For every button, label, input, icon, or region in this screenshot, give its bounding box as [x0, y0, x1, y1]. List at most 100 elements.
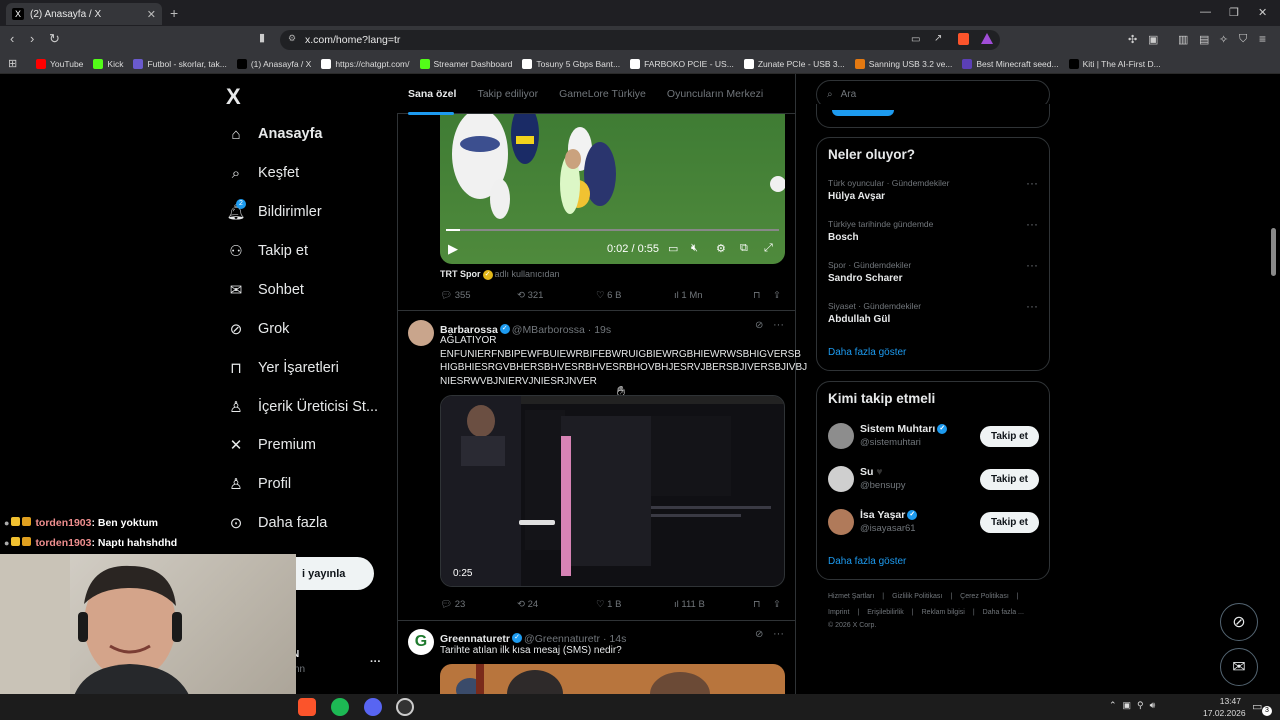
obs-taskbar-icon[interactable]: [396, 698, 414, 716]
clock-date[interactable]: 17.02.2026: [1203, 708, 1246, 718]
settings-icon[interactable]: ⚙: [716, 242, 726, 255]
trends-show-more[interactable]: Daha fazla göster: [828, 347, 906, 358]
discord-taskbar-icon[interactable]: [364, 698, 382, 716]
bookmark-button[interactable]: ⊓: [753, 290, 760, 301]
views-button[interactable]: ıl 1 Mn: [674, 290, 703, 301]
more-icon[interactable]: ···: [773, 628, 784, 640]
video-attribution[interactable]: TRT Spor ✓ adlı kullanıcıdan: [440, 269, 560, 280]
tweet-image[interactable]: [440, 664, 785, 694]
like-button[interactable]: ♡ 1 B: [596, 599, 621, 610]
nav-item[interactable]: ⊓ Yer İşaretleri: [226, 353, 339, 383]
bookmark-item[interactable]: Best Minecraft seed...: [962, 58, 1059, 69]
sidebar-toggle-icon[interactable]: ▥: [1178, 33, 1188, 46]
vpn-icon[interactable]: ⛉: [1239, 33, 1247, 46]
messages-float-button[interactable]: ✉: [1220, 648, 1258, 686]
bookmark-item[interactable]: Sanning USB 3.2 ve...: [854, 58, 952, 69]
bookmark-item[interactable]: https://chatgpt.com/: [321, 58, 410, 69]
bookmark-item[interactable]: Kiti | The AI-First D...: [1068, 58, 1161, 69]
pip-icon[interactable]: ⧉: [740, 242, 748, 255]
minimize-icon[interactable]: —: [1200, 6, 1211, 18]
fullscreen-icon[interactable]: ⤢: [764, 242, 773, 255]
tab-close-icon[interactable]: ✕: [147, 8, 156, 21]
trend-more-icon[interactable]: ···: [1026, 176, 1038, 190]
footer-link[interactable]: Imprint: [828, 609, 849, 616]
tab-oyuncularin-merkezi[interactable]: Oyuncuların Merkezi: [667, 88, 763, 100]
grok-icon[interactable]: ⊘: [755, 320, 763, 331]
trend-more-icon[interactable]: ···: [1026, 299, 1038, 313]
cast-icon[interactable]: ▭: [911, 34, 920, 45]
nav-item[interactable]: ⊙ Daha fazla: [226, 508, 328, 538]
nav-item[interactable]: ⌕ Keşfet: [226, 158, 299, 188]
page-scrollbar[interactable]: [1271, 228, 1276, 276]
share-button[interactable]: ⇪: [773, 599, 781, 610]
video-player[interactable]: [440, 114, 785, 264]
system-tray-icons[interactable]: ⌃▣⚲🔊︎: [1109, 700, 1161, 711]
leo-ai-icon[interactable]: ✧: [1219, 33, 1228, 46]
spotify-taskbar-icon[interactable]: [331, 698, 349, 716]
nav-item[interactable]: ⊘ Grok: [226, 314, 290, 344]
bookmark-item[interactable]: Zunate PCIe - USB 3...: [743, 58, 845, 69]
source-name[interactable]: TRT Spor: [440, 269, 481, 279]
tab-for-you[interactable]: Sana özel: [408, 88, 456, 100]
url-field[interactable]: ⚙ x.com/home?lang=tr: [280, 30, 1000, 50]
tab-search-icon[interactable]: ▣: [1148, 33, 1158, 46]
captions-icon[interactable]: ▭: [668, 242, 678, 255]
footer-link[interactable]: Gizlilik Politikası: [892, 593, 942, 600]
who-show-more[interactable]: Daha fazla göster: [828, 556, 906, 567]
nav-item[interactable]: ✕ Premium: [226, 430, 316, 460]
new-tab-button[interactable]: +: [170, 5, 178, 21]
video-thumbnail[interactable]: 0:25: [440, 395, 785, 587]
site-info-icon[interactable]: ⚙: [288, 33, 296, 44]
avatar[interactable]: G: [408, 629, 434, 655]
apps-grid-icon[interactable]: ⊞: [8, 57, 17, 70]
views-button[interactable]: ıl 111 B: [674, 599, 705, 610]
extensions-icon[interactable]: ✣: [1128, 33, 1137, 46]
tab-following[interactable]: Takip ediliyor: [477, 88, 538, 100]
nav-item[interactable]: ♙ Profil: [226, 469, 291, 499]
bookmark-item[interactable]: YouTube: [36, 58, 83, 69]
brave-rewards-icon[interactable]: [981, 33, 993, 44]
repost-button[interactable]: ⟲ 321: [517, 290, 543, 301]
reply-button[interactable]: 💬︎ 23: [440, 599, 465, 610]
footer-link[interactable]: Hizmet Şartları: [828, 593, 874, 600]
suggested-user-name[interactable]: Sistem Muhtarı ✓: [860, 423, 949, 435]
brave-shield-icon[interactable]: [958, 33, 969, 45]
post-button[interactable]: i yayınla: [294, 557, 374, 590]
nav-item[interactable]: 🔔︎ 2 Bildirimler: [226, 197, 322, 227]
forward-icon[interactable]: ›: [30, 31, 34, 46]
bookmark-item[interactable]: Futbol - skorlar, tak...: [133, 58, 227, 69]
wallet-icon[interactable]: ▤: [1199, 33, 1209, 46]
footer-link[interactable]: Daha fazla ...: [983, 609, 1024, 616]
avatar[interactable]: [828, 466, 854, 492]
reply-button[interactable]: 💬︎ 355: [440, 290, 471, 301]
follow-button[interactable]: Takip et: [980, 469, 1039, 490]
subscribe-button-edge[interactable]: [832, 110, 894, 116]
share-button[interactable]: ⇪: [773, 290, 781, 301]
share-icon[interactable]: ↗: [934, 33, 942, 44]
restore-icon[interactable]: ❐: [1229, 6, 1239, 19]
bookmark-item[interactable]: Streamer Dashboard: [419, 58, 512, 69]
tab-gamelore[interactable]: GameLore Türkiye: [559, 88, 646, 100]
notification-icon[interactable]: ▭: [1252, 700, 1262, 713]
avatar[interactable]: [828, 509, 854, 535]
footer-link[interactable]: Erişilebilirlik: [867, 609, 904, 616]
x-logo[interactable]: X: [226, 84, 241, 110]
bookmark-item[interactable]: Tosuny 5 Gbps Bant...: [522, 58, 620, 69]
trend-more-icon[interactable]: ···: [1026, 258, 1038, 272]
avatar[interactable]: [408, 320, 434, 346]
bookmark-page-icon[interactable]: ▮: [259, 31, 265, 44]
suggested-user-name[interactable]: İsa Yaşar ✓: [860, 509, 919, 521]
bookmark-item[interactable]: FARBOKO PCIE - US...: [630, 58, 734, 69]
grok-icon[interactable]: ⊘: [755, 629, 763, 640]
repost-button[interactable]: ⟲ 24: [517, 599, 538, 610]
clock-time[interactable]: 13:47: [1205, 696, 1241, 706]
video-progress-track[interactable]: [446, 229, 779, 231]
nav-item[interactable]: ✉ Sohbet: [226, 275, 304, 305]
account-more-icon[interactable]: ···: [370, 656, 381, 668]
reload-icon[interactable]: ↻: [49, 31, 60, 47]
footer-link[interactable]: Çerez Politikası: [960, 593, 1009, 600]
footer-link[interactable]: Reklam bilgisi: [922, 609, 965, 616]
nav-item[interactable]: ♙ İçerik Üreticisi St...: [226, 392, 378, 422]
bookmark-item[interactable]: (1) Anasayfa / X: [236, 58, 311, 69]
back-icon[interactable]: ‹: [10, 31, 14, 46]
